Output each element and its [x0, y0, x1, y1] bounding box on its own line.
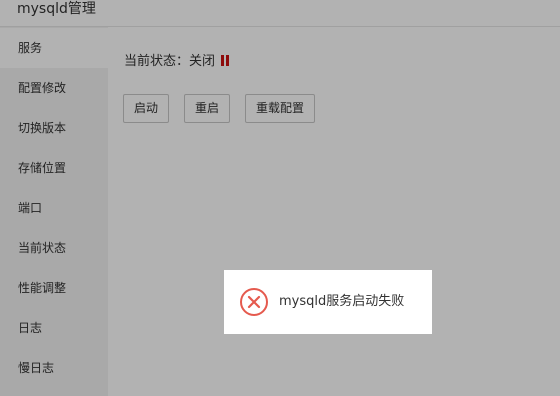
error-toast: mysqld服务启动失败 — [224, 270, 432, 334]
modal-overlay — [0, 0, 560, 396]
toast-message: mysqld服务启动失败 — [279, 294, 405, 309]
mysqld-manager-window: mysqld管理 服务 配置修改 切换版本 存储位置 端口 当前状态 性能调整 … — [0, 0, 560, 396]
error-circle-icon — [240, 288, 268, 316]
